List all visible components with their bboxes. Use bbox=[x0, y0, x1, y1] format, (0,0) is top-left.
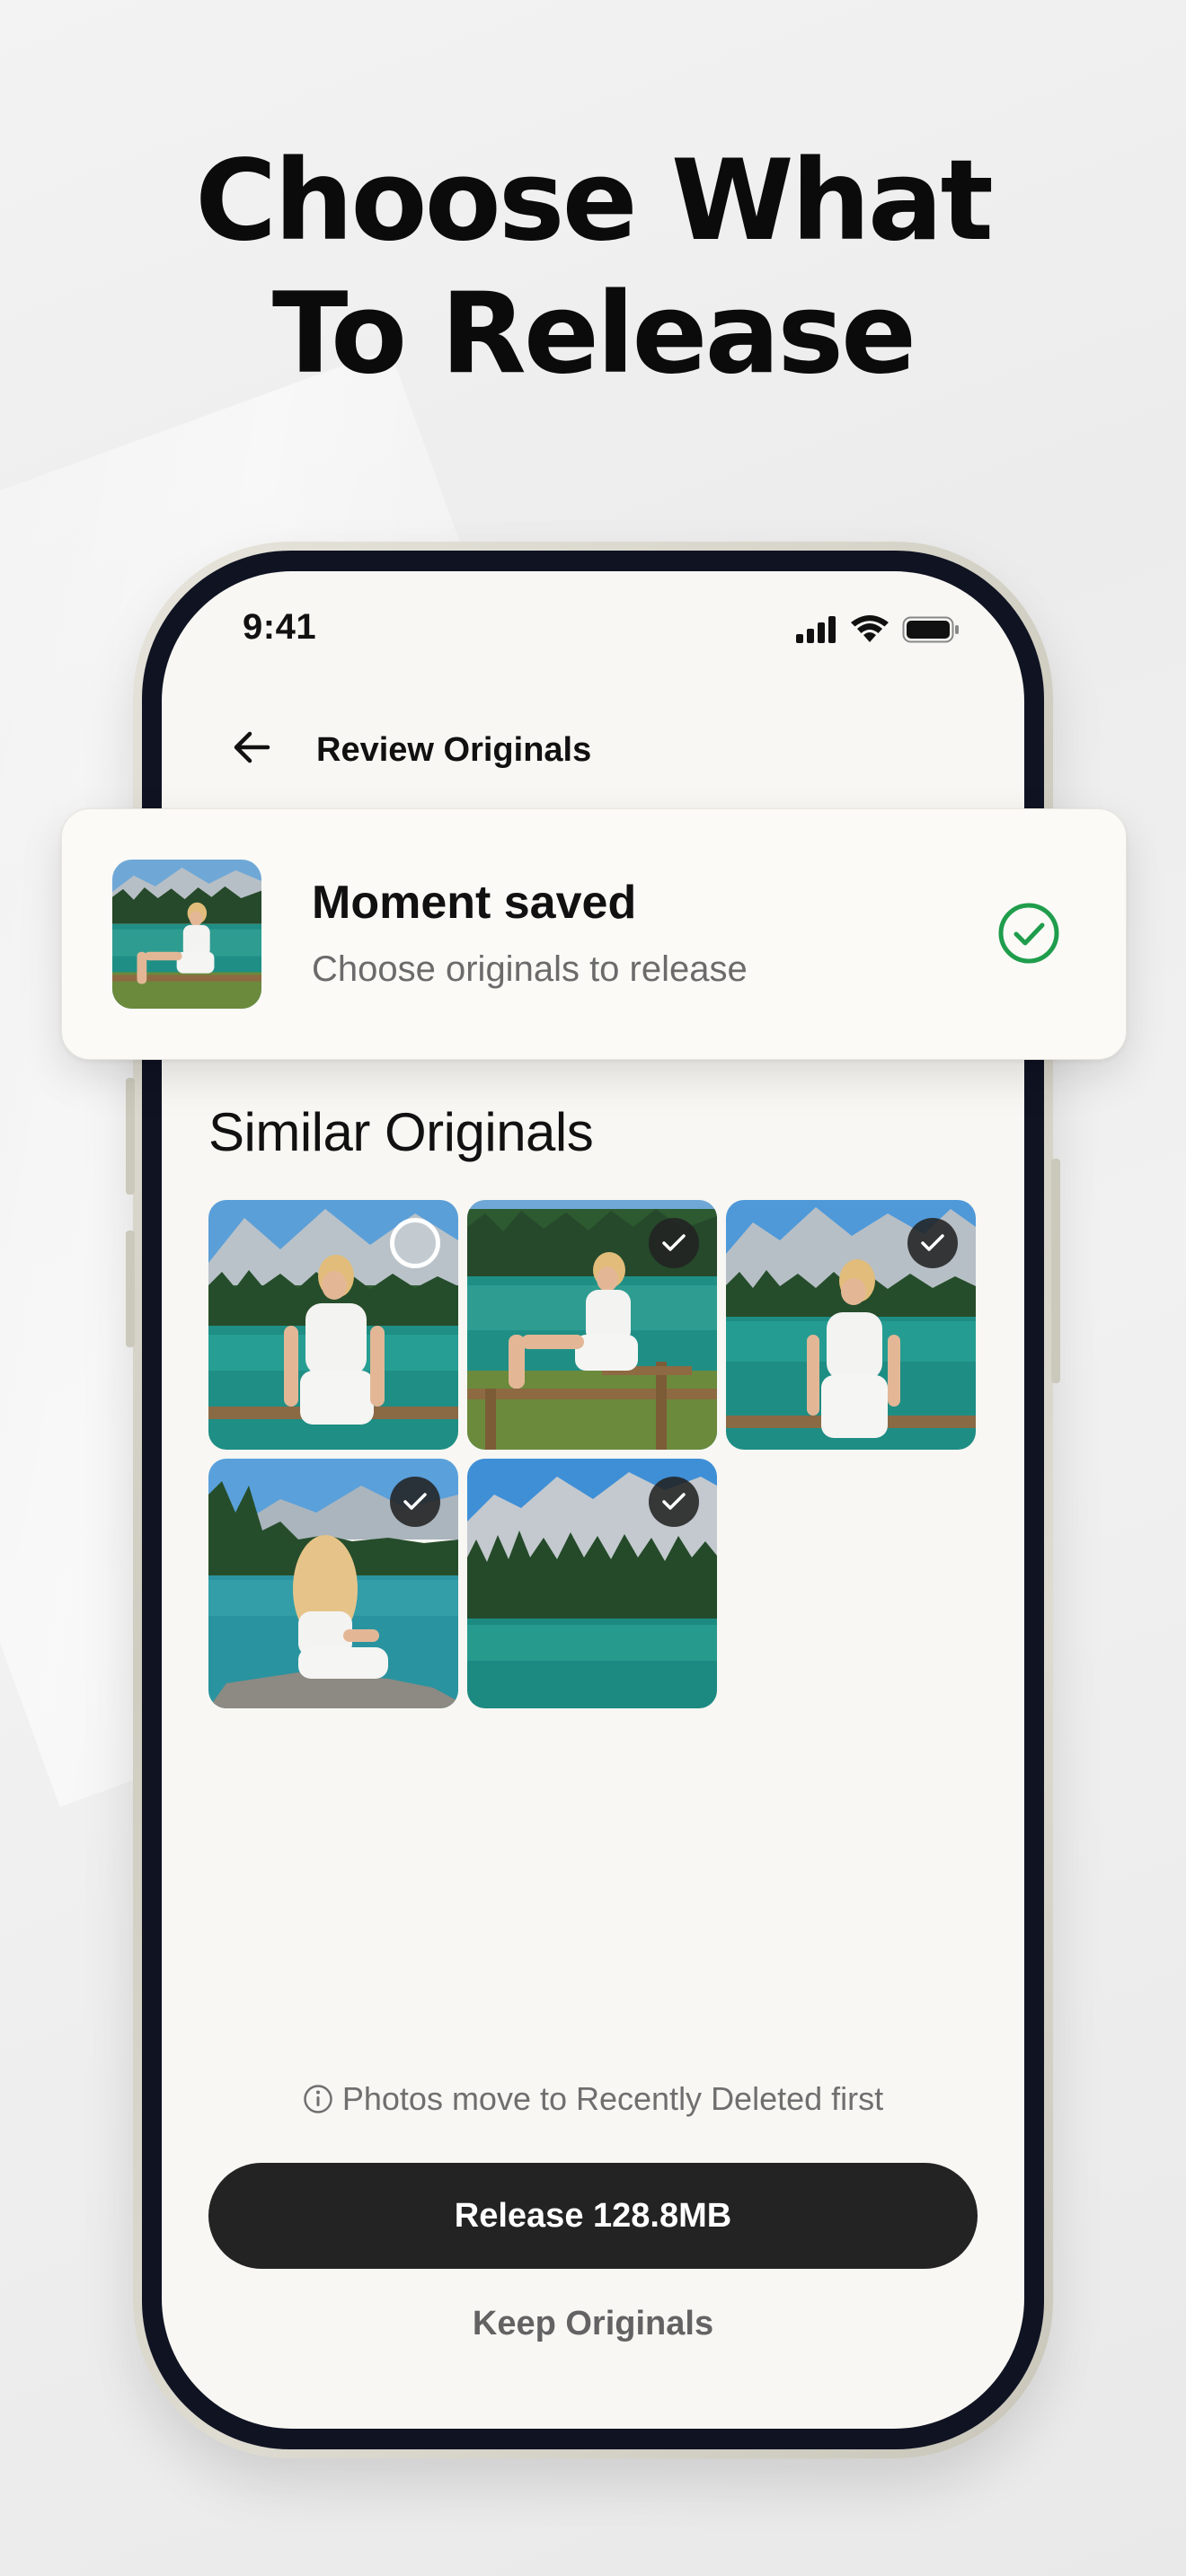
headline-line-2: To Release bbox=[271, 269, 916, 399]
info-icon bbox=[304, 2085, 332, 2113]
photo-thumbnail-4[interactable] bbox=[208, 1459, 458, 1708]
select-toggle[interactable] bbox=[649, 1477, 699, 1527]
checkmark-icon bbox=[403, 1493, 427, 1510]
headline-line-1: Choose What bbox=[195, 137, 994, 266]
photo-thumbnail-3[interactable] bbox=[726, 1200, 976, 1450]
info-note-text: Photos move to Recently Deleted first bbox=[341, 2080, 884, 2117]
select-toggle[interactable] bbox=[390, 1218, 440, 1268]
keep-originals-button[interactable]: Keep Originals bbox=[162, 2305, 1024, 2343]
photo-thumbnail-5[interactable] bbox=[467, 1459, 717, 1708]
select-toggle[interactable] bbox=[649, 1218, 699, 1268]
power-button bbox=[1051, 1159, 1060, 1383]
info-note: Photos move to Recently Deleted first bbox=[162, 2080, 1024, 2118]
checkmark-icon bbox=[662, 1234, 686, 1251]
moment-saved-toast: Moment saved Choose originals to release bbox=[61, 808, 1127, 1060]
arrow-left-icon bbox=[234, 731, 270, 763]
toast-subtitle: Choose originals to release bbox=[312, 949, 748, 989]
checkmark-icon bbox=[921, 1234, 944, 1251]
checkmark-icon bbox=[662, 1493, 686, 1510]
photo-image bbox=[112, 860, 261, 1009]
back-button[interactable] bbox=[230, 726, 273, 769]
battery-icon bbox=[902, 616, 959, 643]
select-toggle[interactable] bbox=[907, 1218, 958, 1268]
photo-thumbnail-2[interactable] bbox=[467, 1200, 717, 1450]
wifi-icon bbox=[851, 615, 889, 642]
nav-title: Review Originals bbox=[316, 731, 592, 769]
toast-title: Moment saved bbox=[312, 877, 637, 929]
toast-thumbnail bbox=[112, 860, 261, 1009]
headline: Choose What To Release bbox=[0, 135, 1186, 401]
cellular-signal-icon bbox=[796, 616, 836, 643]
release-button[interactable]: Release 128.8MB bbox=[208, 2163, 978, 2269]
check-circle-icon bbox=[998, 903, 1059, 964]
status-time: 9:41 bbox=[243, 607, 317, 647]
section-title: Similar Originals bbox=[208, 1102, 594, 1162]
select-toggle[interactable] bbox=[390, 1477, 440, 1527]
volume-down-button bbox=[126, 1231, 135, 1347]
status-icons bbox=[796, 612, 960, 648]
photo-thumbnail-1[interactable] bbox=[208, 1200, 458, 1450]
volume-up-button bbox=[126, 1078, 135, 1195]
